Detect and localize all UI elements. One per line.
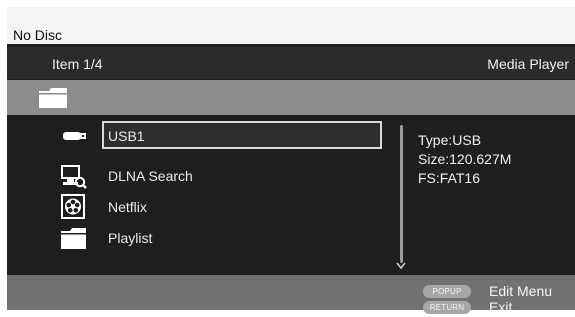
- usb-stick-icon: [63, 132, 86, 140]
- list-item-label: DLNA Search: [108, 168, 193, 184]
- scroll-track: [400, 125, 403, 263]
- disc-status: No Disc: [13, 27, 63, 43]
- list-item-label: Playlist: [108, 230, 153, 246]
- network-search-icon: [61, 165, 87, 189]
- list-item-playlist[interactable]: Playlist: [47, 223, 387, 253]
- mode-title: Media Player: [487, 56, 569, 72]
- device-details: Type:USB Size:120.627M FS:FAT16: [418, 131, 511, 188]
- popup-key-badge: POPUP: [423, 285, 471, 298]
- list-item-usb1[interactable]: USB1: [47, 121, 387, 151]
- disc-status-bar: No Disc: [7, 7, 575, 44]
- help-bar: POPUP Edit Menu RETURN Exit: [7, 275, 575, 315]
- list-item-dlna-search[interactable]: DLNA Search: [47, 161, 387, 191]
- film-reel-icon: [61, 194, 85, 219]
- media-source-list: USB1 DLNA Search Netflix Playlist: [7, 121, 397, 271]
- list-item-netflix[interactable]: Netflix: [47, 192, 387, 222]
- item-counter: Item 1/4: [52, 56, 103, 72]
- folder-icon: [39, 88, 67, 108]
- list-item-label: Netflix: [108, 199, 147, 215]
- popup-hint-label: Edit Menu: [489, 283, 553, 299]
- return-hint-label: Exit: [489, 299, 513, 315]
- path-bar: [7, 80, 575, 115]
- header-bar: Item 1/4 Media Player: [7, 47, 575, 79]
- media-player-screen: No Disc Item 1/4 Media Player USB1 DLNA …: [7, 7, 575, 315]
- folder-icon: [61, 228, 86, 249]
- detail-type: Type:USB: [418, 132, 482, 148]
- detail-size: Size:120.627M: [418, 151, 512, 167]
- list-scrollbar[interactable]: [396, 125, 406, 273]
- return-key-badge: RETURN: [423, 301, 471, 314]
- detail-filesystem: FS:FAT16: [418, 170, 480, 186]
- list-item-label: USB1: [108, 128, 145, 144]
- chevron-down-icon: [396, 262, 406, 270]
